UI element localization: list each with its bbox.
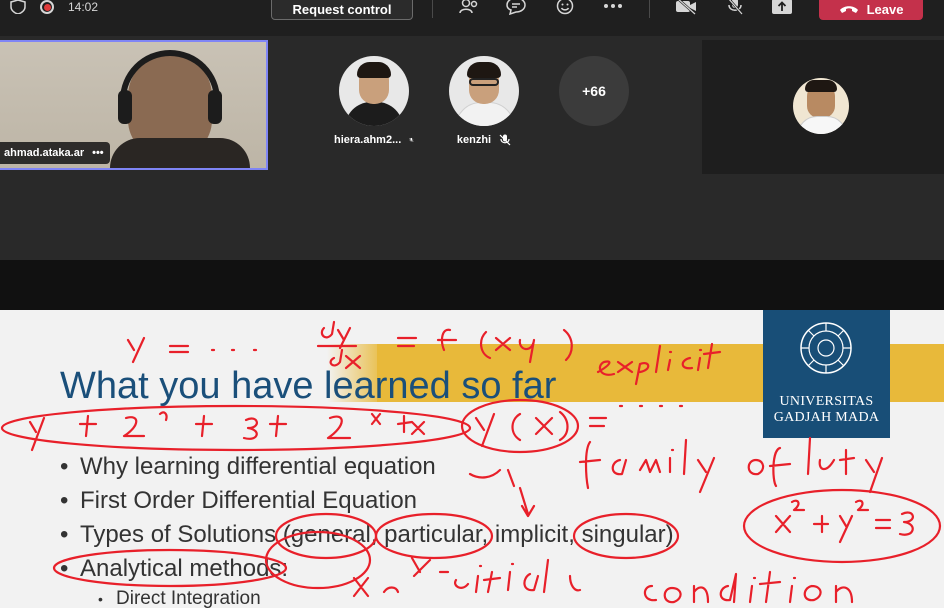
people-icon[interactable]: [455, 0, 483, 18]
bullet-item: Analytical methods:: [60, 552, 674, 586]
meeting-toolbar: 14:02 Request control Leave: [0, 0, 944, 36]
more-icon[interactable]: [599, 0, 627, 18]
avatar: [449, 56, 519, 126]
participant-name: kenzhi: [456, 134, 492, 146]
bullet-item: First Order Differential Equation: [60, 484, 674, 518]
participant-name: hiera.ahm2...: [334, 134, 402, 146]
avatar-hair: [357, 62, 391, 78]
self-video-tile[interactable]: ahmad.ataka.ar •••: [0, 40, 268, 170]
participant-tile[interactable]: hiera.ahm2...: [334, 56, 414, 146]
speaker-shirt: [110, 138, 250, 168]
university-name: UNIVERSITAS GADJAH MADA: [763, 394, 890, 426]
leave-label: Leave: [866, 1, 904, 17]
avatar: [339, 56, 409, 126]
university-name-line1: UNIVERSITAS: [779, 394, 874, 409]
record-icon: [40, 0, 54, 14]
headset-ear-left: [118, 90, 132, 124]
shared-slide: UNIVERSITAS GADJAH MADA What you have le…: [0, 310, 944, 608]
reactions-icon[interactable]: [551, 0, 579, 18]
leave-button[interactable]: Leave: [819, 0, 923, 20]
avatar-hair: [467, 62, 501, 78]
avatar: [793, 78, 849, 134]
sub-bullet-item: Direct Integration: [60, 586, 674, 608]
toolbar-status: 14:02: [10, 0, 98, 14]
headset: [120, 50, 220, 110]
meeting-time: 14:02: [68, 0, 99, 14]
shield-icon: [10, 0, 26, 14]
avatar-body: [345, 102, 403, 126]
avatar-body: [455, 102, 515, 126]
toolbar-divider: [649, 0, 650, 18]
self-name: ahmad.ataka.ar: [4, 147, 85, 159]
bullet-item: Types of Solutions (general, particular,…: [60, 518, 674, 552]
tile-more-button[interactable]: •••: [92, 147, 104, 159]
more-participants-button[interactable]: +66: [559, 56, 629, 126]
mic-off-icon[interactable]: [721, 0, 749, 18]
participant-name-row: hiera.ahm2...: [334, 134, 414, 146]
video-stage: ahmad.ataka.ar ••• hiera.ahm2... kenzhi …: [0, 36, 944, 260]
request-control-button[interactable]: Request control: [271, 0, 413, 20]
slide-letterbox: [0, 260, 944, 310]
bullet-item: Why learning differential equation: [60, 450, 674, 484]
mic-off-icon: [409, 137, 414, 143]
slide-bullet-list: Why learning differential equation First…: [60, 450, 674, 608]
avatar-body: [797, 116, 847, 134]
participant-tile[interactable]: kenzhi: [444, 56, 524, 146]
mic-off-icon: [499, 134, 511, 146]
side-participant-tile[interactable]: [702, 40, 944, 174]
chat-icon[interactable]: [502, 0, 530, 18]
headset-ear-right: [208, 90, 222, 124]
university-seal-icon: [800, 322, 852, 374]
self-name-tag: ahmad.ataka.ar •••: [0, 142, 110, 164]
participant-name-row: kenzhi: [444, 134, 524, 146]
avatar-hair: [805, 80, 837, 92]
university-logo: UNIVERSITAS GADJAH MADA: [763, 310, 890, 438]
toolbar-divider: [432, 0, 433, 18]
share-icon[interactable]: [768, 0, 796, 18]
slide-title: What you have learned so far: [60, 365, 557, 407]
camera-off-icon[interactable]: [672, 0, 700, 18]
phone-icon: [839, 6, 858, 13]
avatar-glasses: [469, 78, 499, 86]
university-name-line2: GADJAH MADA: [773, 410, 880, 425]
